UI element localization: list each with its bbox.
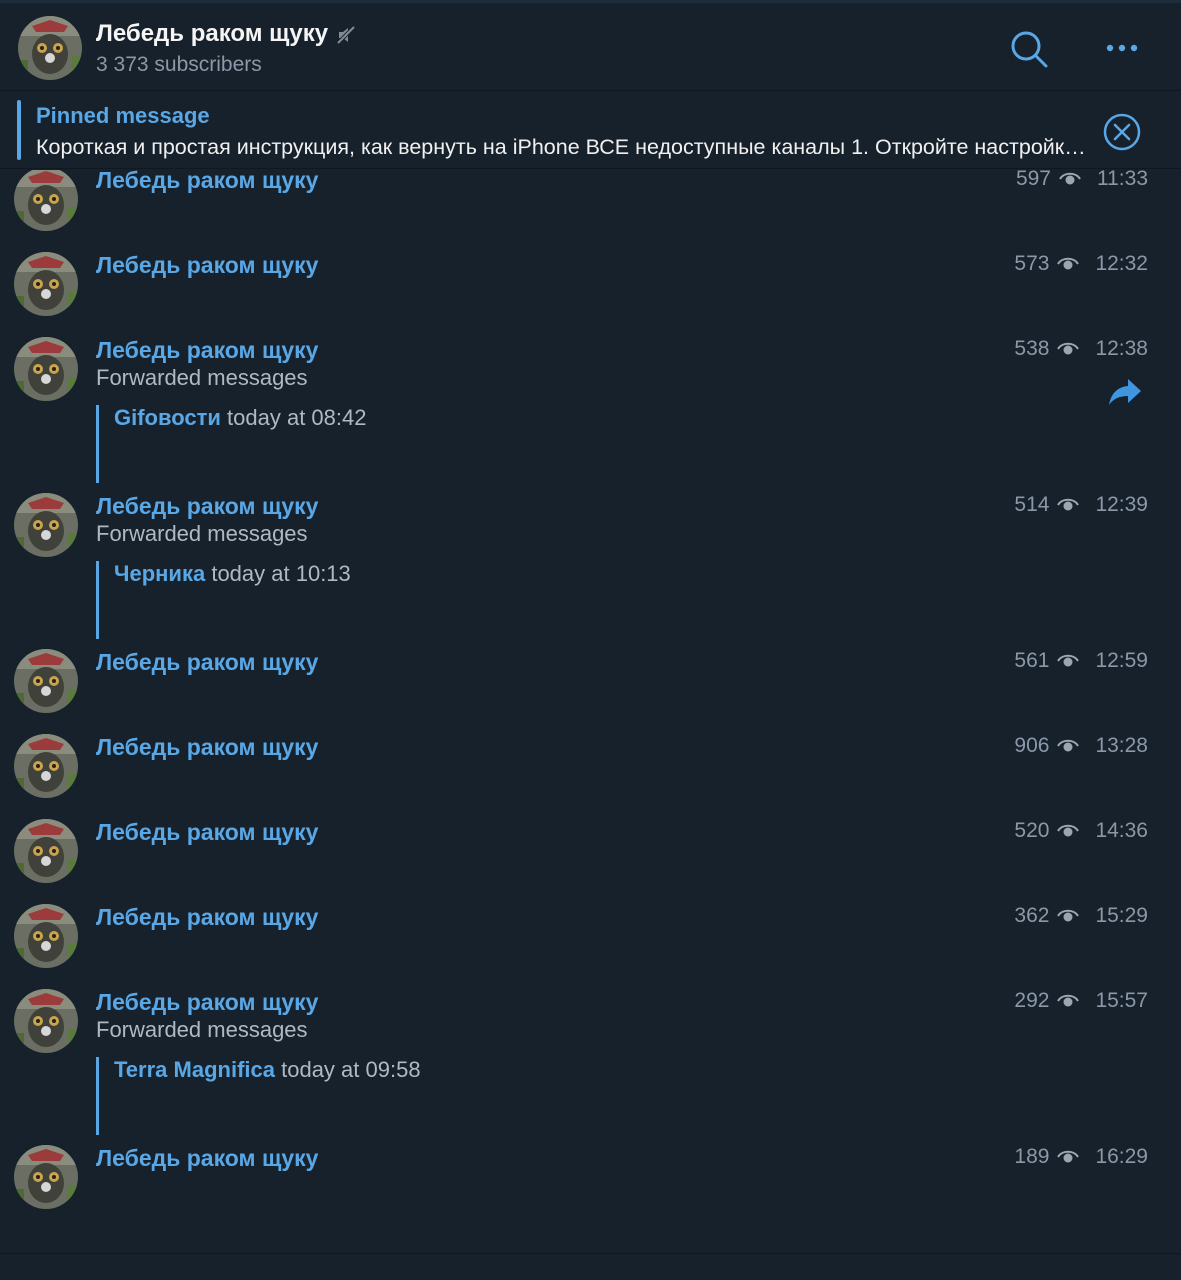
view-count: 520	[1014, 819, 1050, 842]
channel-title[interactable]: Лебедь раком щуку	[96, 20, 356, 48]
views-eye-icon	[1057, 739, 1080, 752]
search-icon	[1011, 31, 1048, 68]
views-eye-icon	[1059, 172, 1081, 185]
message-avatar[interactable]	[14, 649, 78, 713]
share-arrow-icon	[1109, 379, 1141, 405]
message-time: 16:29	[1095, 1145, 1148, 1168]
message-time: 12:39	[1095, 493, 1148, 516]
pinned-close-button[interactable]	[1102, 112, 1142, 152]
message-avatar[interactable]	[14, 493, 78, 557]
message-meta: 538 12:38	[1014, 337, 1148, 361]
forward-source[interactable]: Gifовости	[114, 405, 221, 430]
pinned-title: Pinned message	[36, 103, 210, 128]
forward-accent-bar	[96, 405, 99, 483]
more-options-button[interactable]	[1100, 28, 1144, 72]
message-avatar[interactable]	[14, 989, 78, 1053]
more-dots-icon	[1106, 44, 1138, 52]
pinned-text: Короткая и простая инструкция, как верну…	[36, 135, 1094, 159]
message-author[interactable]: Лебедь раком щуку	[96, 989, 318, 1016]
views-eye-icon	[1057, 654, 1080, 667]
message-time: 15:29	[1095, 904, 1148, 927]
message-author[interactable]: Лебедь раком щуку	[96, 493, 318, 520]
pinned-accent-bar	[17, 100, 21, 160]
view-count: 292	[1014, 989, 1050, 1012]
close-circle-icon	[1103, 113, 1141, 151]
message-author[interactable]: Лебедь раком щуку	[96, 649, 318, 676]
views-eye-icon	[1057, 824, 1080, 837]
views-eye-icon	[1057, 257, 1080, 270]
message-meta: 561 12:59	[1014, 649, 1148, 673]
message-meta: 573 12:32	[1014, 252, 1148, 276]
message-meta: 362 15:29	[1014, 904, 1148, 928]
message-author[interactable]: Лебедь раком щуку	[96, 1145, 318, 1172]
forward-time: today at 08:42	[227, 405, 367, 430]
views-eye-icon	[1057, 909, 1080, 922]
subscriber-count: 3 373 subscribers	[96, 53, 262, 76]
forwarded-label: Forwarded messages	[96, 1017, 308, 1042]
forward-source[interactable]: Черника	[114, 561, 205, 586]
views-eye-icon	[1057, 994, 1080, 1007]
view-count: 906	[1014, 734, 1050, 757]
pinned-message-bar[interactable]: Pinned message Короткая и простая инстру…	[0, 92, 1181, 169]
message-author[interactable]: Лебедь раком щуку	[96, 904, 318, 931]
message-time: 15:57	[1095, 989, 1148, 1012]
view-count: 189	[1014, 1145, 1050, 1168]
telegram-channel-view: Лебедь раком щуку 3 373 subscribers Pinn…	[0, 0, 1181, 1280]
message-time: 14:36	[1095, 819, 1148, 842]
message-avatar[interactable]	[14, 337, 78, 401]
message-meta: 292 15:57	[1014, 989, 1148, 1013]
search-button[interactable]	[1008, 28, 1052, 72]
message-author[interactable]: Лебедь раком щуку	[96, 734, 318, 761]
view-count: 538	[1014, 337, 1050, 360]
message-avatar[interactable]	[14, 1145, 78, 1209]
forward-origin: Terra Magnifica today at 09:58	[114, 1057, 421, 1083]
message-time: 12:32	[1095, 252, 1148, 275]
channel-header[interactable]: Лебедь раком щуку 3 373 subscribers	[0, 3, 1181, 91]
view-count: 362	[1014, 904, 1050, 927]
forwarded-label: Forwarded messages	[96, 365, 308, 390]
message-time: 11:33	[1097, 170, 1148, 190]
message-meta: 906 13:28	[1014, 734, 1148, 758]
muted-speaker-icon	[336, 24, 356, 45]
message-meta: 514 12:39	[1014, 493, 1148, 517]
forward-origin: Черника today at 10:13	[114, 561, 351, 587]
message-time: 12:38	[1095, 337, 1148, 360]
forwarded-label: Forwarded messages	[96, 521, 308, 546]
channel-avatar[interactable]	[18, 16, 82, 80]
view-count: 514	[1014, 493, 1050, 516]
message-avatar[interactable]	[14, 819, 78, 883]
forward-accent-bar	[96, 1057, 99, 1135]
forward-origin: Gifовости today at 08:42	[114, 405, 366, 431]
message-time: 13:28	[1095, 734, 1148, 757]
message-meta: 520 14:36	[1014, 819, 1148, 843]
forward-time: today at 09:58	[281, 1057, 421, 1082]
bottom-bar	[0, 1253, 1181, 1280]
message-author[interactable]: Лебедь раком щуку	[96, 337, 318, 364]
channel-title-text: Лебедь раком щуку	[96, 20, 329, 47]
views-eye-icon	[1057, 1150, 1080, 1163]
message-list[interactable]: Лебедь раком щуку 597 11:33 Лебедь раком…	[0, 170, 1181, 1252]
message-author[interactable]: Лебедь раком щуку	[96, 252, 318, 279]
message-time: 12:59	[1095, 649, 1148, 672]
message-avatar[interactable]	[14, 904, 78, 968]
message-avatar[interactable]	[14, 734, 78, 798]
message-author[interactable]: Лебедь раком щуку	[96, 170, 318, 194]
message-meta: 189 16:29	[1014, 1145, 1148, 1169]
message-author[interactable]: Лебедь раком щуку	[96, 819, 318, 846]
view-count: 573	[1014, 252, 1050, 275]
message-meta: 597 11:33	[1016, 170, 1148, 191]
message-avatar[interactable]	[14, 252, 78, 316]
forward-time: today at 10:13	[211, 561, 351, 586]
forward-source[interactable]: Terra Magnifica	[114, 1057, 275, 1082]
view-count: 561	[1014, 649, 1050, 672]
forward-accent-bar	[96, 561, 99, 639]
share-button[interactable]	[1108, 377, 1142, 407]
views-eye-icon	[1057, 342, 1080, 355]
message-avatar[interactable]	[14, 170, 78, 231]
view-count: 597	[1015, 170, 1051, 190]
views-eye-icon	[1057, 498, 1080, 511]
